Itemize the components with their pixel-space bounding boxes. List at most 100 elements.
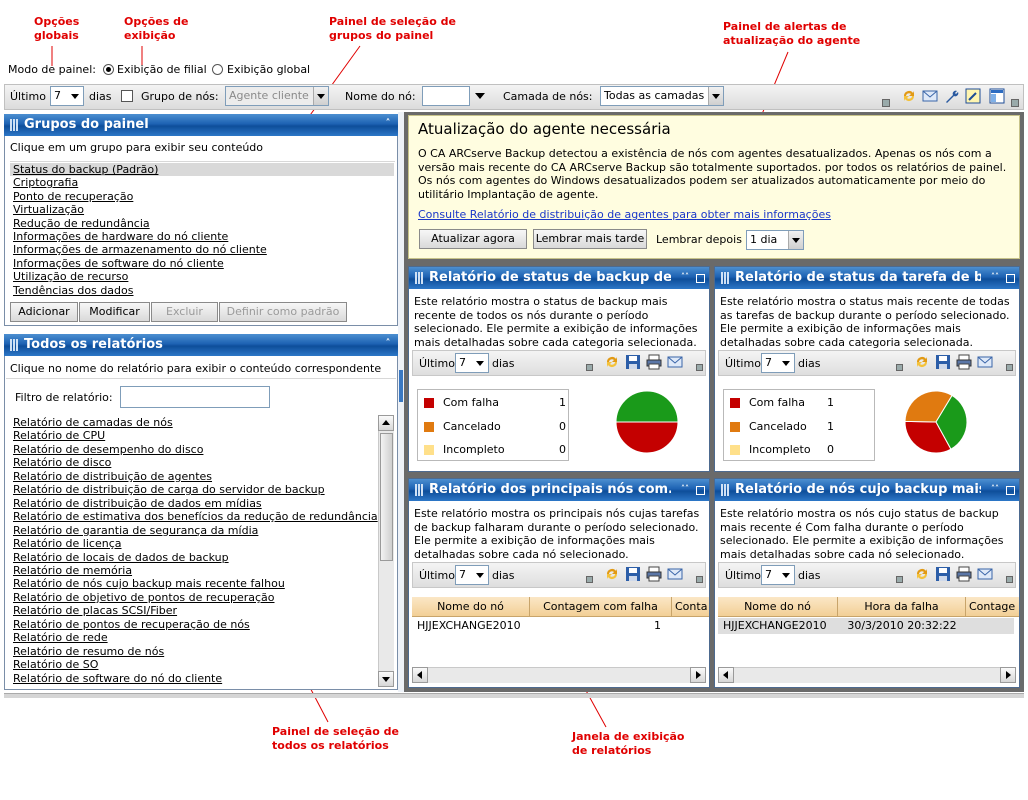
scroll-right-button[interactable] [1000, 667, 1016, 683]
maximize-icon[interactable] [696, 486, 705, 495]
report-item[interactable]: Relatório de SO [13, 658, 98, 671]
table-header-cell[interactable]: Nome do nó [718, 597, 838, 617]
group-item[interactable]: Utilização de recurso [13, 270, 128, 283]
group-item[interactable]: Criptografia [13, 176, 78, 189]
print-icon[interactable] [956, 354, 972, 370]
scroll-right-button[interactable] [690, 667, 706, 683]
scroll-left-button[interactable] [412, 667, 428, 683]
print-icon[interactable] [646, 566, 662, 582]
report-item[interactable]: Relatório de software do nó do cliente [13, 672, 222, 685]
report-item[interactable]: Relatório de pontos de recuperação de nó… [13, 618, 250, 631]
maximize-icon[interactable] [696, 274, 705, 283]
scroll-left-button[interactable] [718, 667, 734, 683]
agent-distribution-link[interactable]: Consulte Relatório de distribuição de ag… [418, 208, 831, 221]
reports-scrollbar[interactable] [378, 415, 394, 687]
pie-slice[interactable] [615, 390, 679, 423]
table-header-cell[interactable]: Conta [672, 597, 709, 617]
email-icon[interactable] [667, 566, 683, 582]
pie-slice[interactable] [935, 394, 968, 450]
table-header-cell[interactable]: Nome do nó [412, 597, 530, 617]
legend-label[interactable]: Com falha [443, 396, 499, 409]
report-item[interactable]: Relatório de distribuição de agentes [13, 470, 212, 483]
collapse-icon[interactable]: ˄˄ [679, 483, 691, 495]
report-item[interactable]: Relatório de garantia de segurança da mí… [13, 524, 258, 537]
expand-small-icon[interactable] [882, 99, 890, 107]
remind-later-button[interactable]: Lembrar mais tarde [533, 229, 647, 249]
refresh-icon[interactable] [914, 354, 930, 370]
collapse-icon[interactable]: ˄˄ [989, 483, 1001, 495]
table-h-scrollbar[interactable] [412, 667, 706, 683]
node-name-dropdown-icon[interactable] [475, 93, 485, 99]
report-panel-title[interactable]: Relatório de status da tarefa de b... [735, 267, 981, 289]
report-item[interactable]: Relatório de placas SCSI/Fiber [13, 604, 177, 617]
set-default-group-button[interactable]: Definir como padrão [219, 302, 347, 322]
node-tier-select[interactable]: Todas as camadas [600, 86, 724, 106]
legend-label[interactable]: Com falha [749, 396, 805, 409]
report-item[interactable]: Relatório de nós cujo backup mais recent… [13, 577, 285, 590]
print-icon[interactable] [646, 354, 662, 370]
maximize-icon[interactable] [1006, 486, 1015, 495]
report-item[interactable]: Relatório de CPU [13, 429, 105, 442]
refresh-icon[interactable] [604, 354, 620, 370]
expand-small-icon[interactable] [586, 576, 593, 583]
report-filter-input[interactable] [120, 386, 270, 408]
last-days-select[interactable]: 7 [761, 353, 795, 373]
table-header-cell[interactable]: Contage [966, 597, 1019, 617]
save-icon[interactable] [625, 566, 641, 582]
add-group-button[interactable]: Adicionar [10, 302, 78, 322]
group-item[interactable]: Informações de software do nó cliente [13, 257, 224, 270]
delete-group-button[interactable]: Excluir [151, 302, 218, 322]
node-group-checkbox[interactable] [121, 90, 133, 102]
branch-view-label[interactable]: Exibição de filial [117, 63, 207, 76]
table-header-cell[interactable]: Contagem com falha [530, 597, 672, 617]
last-days-select[interactable]: 7 [50, 86, 84, 106]
email-icon[interactable] [977, 566, 993, 582]
expand-small-icon[interactable] [696, 576, 703, 583]
expand-small-icon[interactable] [896, 576, 903, 583]
scroll-up-button[interactable] [378, 415, 394, 431]
table-header-cell[interactable]: Hora da falha [838, 597, 966, 617]
group-item[interactable]: Status do backup (Padrão) [13, 163, 158, 176]
email-icon[interactable] [922, 88, 938, 104]
expand-small-icon[interactable] [1006, 576, 1013, 583]
report-item[interactable]: Relatório de resumo de nós [13, 645, 164, 658]
legend-label[interactable]: Cancelado [443, 420, 501, 433]
group-item[interactable]: Redução de redundância [13, 217, 150, 230]
collapse-icon[interactable]: ˄ [382, 118, 394, 130]
expand-small-icon[interactable] [586, 364, 593, 371]
legend-label[interactable]: Incompleto [443, 443, 505, 456]
save-icon[interactable] [935, 354, 951, 370]
remind-after-select[interactable]: 1 dia [746, 230, 804, 250]
group-item[interactable]: Tendências dos dados [13, 284, 134, 297]
splitter-handle[interactable] [399, 370, 403, 402]
modify-group-button[interactable]: Modificar [79, 302, 150, 322]
help-icon[interactable] [965, 88, 981, 104]
maximize-icon[interactable] [1006, 274, 1015, 283]
report-item[interactable]: Relatório de camadas de nós [13, 416, 173, 429]
group-item[interactable]: Ponto de recuperação [13, 190, 133, 203]
expand-small-icon[interactable] [896, 364, 903, 371]
refresh-icon[interactable] [914, 566, 930, 582]
node-group-select[interactable]: Agente cliente [225, 86, 329, 106]
save-icon[interactable] [935, 566, 951, 582]
expand-small-icon[interactable] [1006, 364, 1013, 371]
group-item[interactable]: Informações de hardware do nó cliente [13, 230, 228, 243]
expand-small-icon[interactable] [696, 364, 703, 371]
collapse-icon[interactable]: ˄ [382, 338, 394, 350]
report-panel-title[interactable]: Relatório de nós cujo backup mais... [735, 479, 981, 501]
node-name-input[interactable] [422, 86, 470, 106]
collapse-icon[interactable]: ˄˄ [989, 271, 1001, 283]
expand-small-icon[interactable] [1011, 99, 1019, 107]
legend-label[interactable]: Cancelado [749, 420, 807, 433]
table-h-scrollbar[interactable] [718, 667, 1016, 683]
legend-label[interactable]: Incompleto [749, 443, 811, 456]
wrench-icon[interactable] [944, 88, 960, 104]
email-icon[interactable] [977, 354, 993, 370]
global-view-label[interactable]: Exibição global [227, 63, 310, 76]
report-item[interactable]: Relatório de disco [13, 456, 111, 469]
report-item[interactable]: Relatório de memória [13, 564, 132, 577]
report-item[interactable]: Relatório de distribuição de dados em mí… [13, 497, 262, 510]
collapse-icon[interactable]: ˄˄ [679, 271, 691, 283]
pie-slice[interactable] [904, 390, 953, 423]
last-days-select[interactable]: 7 [455, 353, 489, 373]
